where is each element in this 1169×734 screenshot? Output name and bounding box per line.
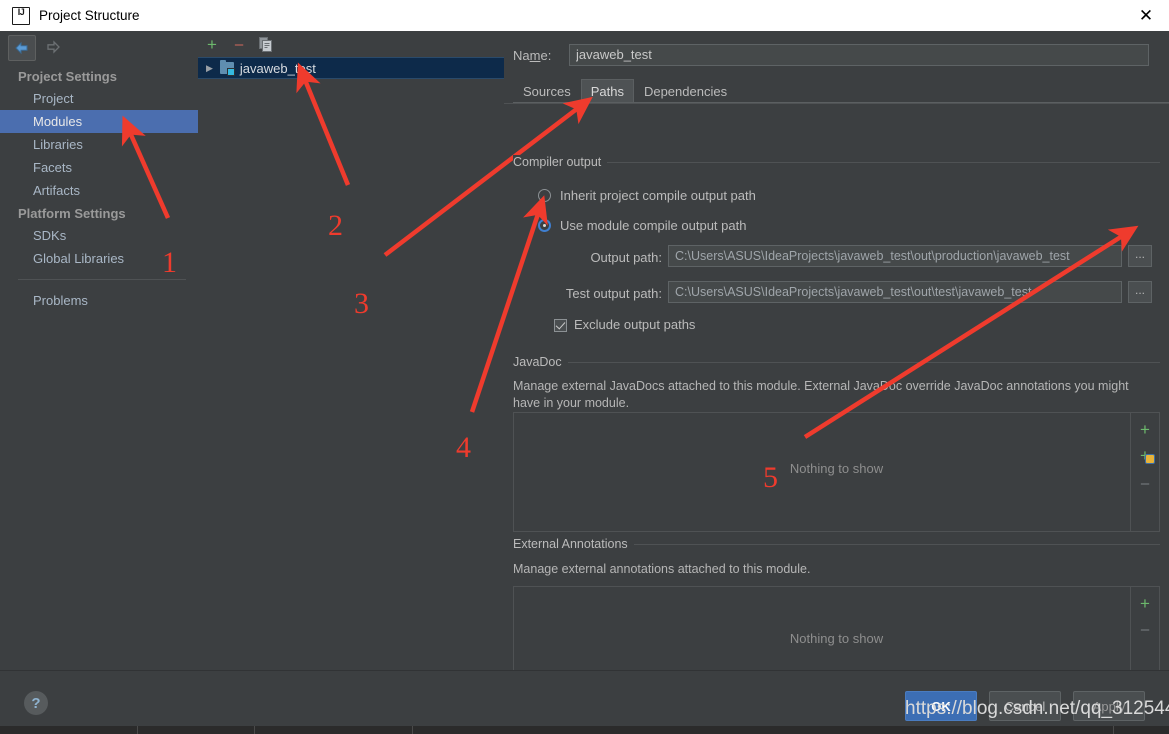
copy-module-button[interactable] xyxy=(254,34,276,54)
sidebar-nav-buttons xyxy=(8,35,66,61)
compiler-output-group-rule xyxy=(513,162,1160,163)
sidebar-item-project[interactable]: Project xyxy=(0,87,198,110)
inherit-output-label[interactable]: Inherit project compile output path xyxy=(560,188,756,203)
add-javadoc-url-button[interactable]: + xyxy=(1131,442,1159,468)
help-icon[interactable]: ? xyxy=(24,691,48,715)
back-button[interactable] xyxy=(8,35,36,61)
javadoc-list[interactable]: Nothing to show + + – xyxy=(513,412,1160,532)
module-name-input[interactable] xyxy=(569,44,1149,66)
output-path-browse-button[interactable]: ... xyxy=(1128,245,1152,267)
module-list-panel: + – ▶ javaweb_test xyxy=(198,31,505,670)
compiler-output-group-label: Compiler output xyxy=(513,155,608,169)
sidebar-divider xyxy=(18,279,186,280)
javadoc-empty-text: Nothing to show xyxy=(789,461,884,476)
tab-dependencies[interactable]: Dependencies xyxy=(634,79,737,103)
javadoc-group-label: JavaDoc xyxy=(513,355,568,369)
sidebar-group-project-settings: Project Settings xyxy=(18,69,117,84)
close-icon[interactable]: ✕ xyxy=(1123,0,1169,30)
sidebar-group-platform-settings: Platform Settings xyxy=(18,206,126,221)
name-label: Name: xyxy=(513,47,552,63)
module-tree-row[interactable]: ▶ javaweb_test xyxy=(198,57,504,79)
sidebar-nav-list: Project Settings Project Modules Librari… xyxy=(0,65,198,312)
use-module-output-radio[interactable] xyxy=(538,219,551,232)
javadoc-description: Manage external JavaDocs attached to thi… xyxy=(513,379,1129,410)
module-name-label: javaweb_test xyxy=(239,60,316,76)
test-output-path-browse-button[interactable]: ... xyxy=(1128,281,1152,303)
paths-tab-content: Compiler output Inherit project compile … xyxy=(504,103,1169,696)
tab-paths[interactable]: Paths xyxy=(580,79,634,103)
module-toolbar: + – xyxy=(198,31,504,57)
taskbar-strip xyxy=(0,726,1169,734)
javadoc-side-buttons: + + – xyxy=(1130,413,1159,531)
add-module-button[interactable]: + xyxy=(201,34,223,54)
module-name-row: Name: xyxy=(513,44,1149,66)
module-detail-panel: Name: Sources Paths Dependencies Compile… xyxy=(504,31,1169,696)
javadoc-group-rule xyxy=(513,362,1160,363)
sidebar-item-facets[interactable]: Facets xyxy=(0,156,198,179)
remove-module-button[interactable]: – xyxy=(228,34,250,54)
forward-button[interactable] xyxy=(40,35,66,59)
add-javadoc-path-button[interactable]: + xyxy=(1131,416,1159,442)
window-title-bar: Project Structure ✕ xyxy=(0,0,1169,32)
exclude-output-paths-label[interactable]: Exclude output paths xyxy=(574,317,695,332)
sidebar-item-libraries[interactable]: Libraries xyxy=(0,133,198,156)
sidebar-item-modules[interactable]: Modules xyxy=(0,110,198,133)
settings-sidebar: Project Settings Project Modules Librari… xyxy=(0,31,199,670)
sidebar-item-sdks[interactable]: SDKs xyxy=(0,224,198,247)
exclude-output-paths-checkbox[interactable] xyxy=(554,319,567,332)
external-annotations-description: Manage external annotations attached to … xyxy=(513,562,811,576)
window-title: Project Structure xyxy=(39,8,140,23)
output-path-input[interactable] xyxy=(668,245,1122,267)
tab-sources[interactable]: Sources xyxy=(513,79,581,103)
sidebar-item-problems[interactable]: Problems xyxy=(0,289,198,312)
inherit-output-radio[interactable] xyxy=(538,189,551,202)
intellij-idea-icon xyxy=(12,6,30,25)
test-output-path-label: Test output path: xyxy=(565,286,662,301)
test-output-path-input[interactable] xyxy=(668,281,1122,303)
remove-annotation-button[interactable]: – xyxy=(1131,616,1159,642)
external-annotations-empty-text: Nothing to show xyxy=(789,631,884,646)
module-tabs: Sources Paths Dependencies xyxy=(513,79,1160,103)
external-annotations-group-label: External Annotations xyxy=(513,537,634,551)
remove-javadoc-button[interactable]: – xyxy=(1131,470,1159,496)
module-folder-icon xyxy=(219,60,235,76)
use-module-output-label[interactable]: Use module compile output path xyxy=(560,218,746,233)
add-annotation-button[interactable]: + xyxy=(1131,590,1159,616)
output-path-label: Output path: xyxy=(590,250,662,265)
chevron-right-icon[interactable]: ▶ xyxy=(206,63,213,74)
watermark-url: https://blog.csdn.net/qq_31254489 xyxy=(905,698,1169,719)
sidebar-item-global-libraries[interactable]: Global Libraries xyxy=(0,247,198,270)
sidebar-item-artifacts[interactable]: Artifacts xyxy=(0,179,198,202)
